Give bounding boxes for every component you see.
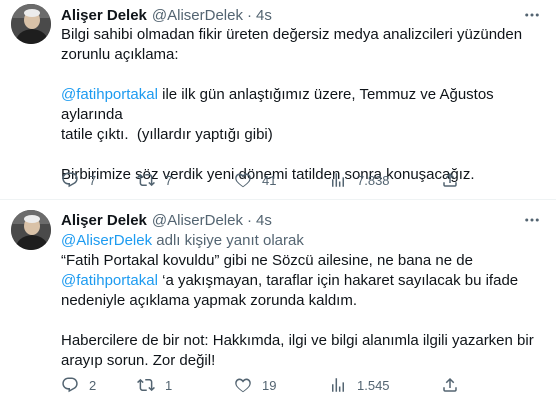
retweet-icon	[137, 378, 155, 392]
tweet[interactable]: Alişer Delek @AliserDelek · 4s @AliserDe…	[0, 200, 556, 409]
retweet-count: 7	[165, 172, 173, 188]
tweet-text: Bilgi sahibi olmadan fikir üreten değers…	[61, 25, 541, 185]
text-line: @fatihportakal ‘a yakışmayan, taraflar i…	[61, 271, 541, 291]
text-line: @fatihportakal ile ilk gün anlaştığımız …	[61, 85, 541, 125]
share-button[interactable]	[441, 375, 459, 395]
reply-button[interactable]: 7	[61, 170, 96, 190]
share-icon	[443, 172, 457, 187]
more-icon[interactable]	[522, 5, 542, 25]
reply-button[interactable]: 2	[61, 375, 96, 395]
tweet[interactable]: Alişer Delek @AliserDelek · 4s Bilgi sah…	[0, 0, 556, 200]
tweet-header: Alişer Delek @AliserDelek · 4s	[61, 5, 272, 25]
views-button[interactable]: 7.838	[329, 170, 390, 190]
text-line: arayıp sorun. Zor değil!	[61, 352, 216, 369]
text-line: zorunlu açıklama:	[61, 46, 179, 63]
text-segment: ‘a yakışmayan, taraflar için hakaret say…	[157, 272, 519, 289]
avatar[interactable]	[11, 210, 51, 250]
retweet-button[interactable]: 1	[137, 375, 172, 395]
like-icon	[235, 378, 251, 393]
views-icon	[332, 378, 344, 392]
avatar[interactable]	[11, 4, 51, 44]
reply-context-text: adlı kişiye yanıt olarak	[152, 232, 304, 249]
mention-link[interactable]: @fatihportakal	[61, 272, 158, 289]
views-count: 7.838	[357, 172, 390, 188]
mention-link[interactable]: @fatihportakal	[61, 86, 158, 103]
text-line: tatile çıktı. (yıllardır yaptığı gibi)	[61, 126, 273, 143]
like-icon	[235, 173, 251, 188]
author-name[interactable]: Alişer Delek	[61, 212, 147, 229]
tweet-text: “Fatih Portakal kovuldu” gibi ne Sözcü a…	[61, 251, 541, 371]
text-line: “Fatih Portakal kovuldu” gibi ne Sözcü a…	[61, 252, 473, 269]
views-icon	[332, 173, 344, 187]
author-handle[interactable]: @AliserDelek	[152, 7, 243, 24]
text-line: Bilgi sahibi olmadan fikir üreten değers…	[61, 26, 523, 43]
mention-link[interactable]: @AliserDelek	[61, 232, 152, 249]
timestamp[interactable]: 4s	[256, 7, 272, 24]
separator: ·	[246, 211, 252, 229]
like-button[interactable]: 19	[234, 375, 276, 395]
share-button[interactable]	[441, 170, 459, 190]
share-icon	[443, 377, 457, 392]
author-handle[interactable]: @AliserDelek	[152, 212, 243, 229]
separator: ·	[246, 6, 252, 24]
views-button[interactable]: 1.545	[329, 375, 390, 395]
reply-icon	[62, 172, 78, 188]
reply-count: 7	[89, 172, 97, 188]
retweet-button[interactable]: 7	[137, 170, 172, 190]
tweet-header: Alişer Delek @AliserDelek · 4s	[61, 210, 272, 230]
like-button[interactable]: 41	[234, 170, 276, 190]
retweet-icon	[137, 173, 155, 187]
like-count: 41	[262, 172, 277, 188]
tweet-actions: 2 1 19 1.545	[61, 375, 461, 395]
reply-context: @AliserDelek adlı kişiye yanıt olarak	[61, 231, 304, 251]
more-icon[interactable]	[522, 210, 542, 230]
text-line: nedeniyle açıklama yapmak zorunda kaldım…	[61, 292, 357, 309]
text-line: Habercilere de bir not: Hakkımda, ilgi v…	[61, 332, 534, 349]
retweet-count: 1	[165, 377, 173, 393]
reply-icon	[62, 377, 78, 393]
reply-count: 2	[89, 377, 97, 393]
tweet-actions: 7 7 41 7.838	[61, 170, 461, 190]
views-count: 1.545	[357, 377, 390, 393]
timestamp[interactable]: 4s	[256, 212, 272, 229]
author-name[interactable]: Alişer Delek	[61, 7, 147, 24]
like-count: 19	[262, 377, 277, 393]
